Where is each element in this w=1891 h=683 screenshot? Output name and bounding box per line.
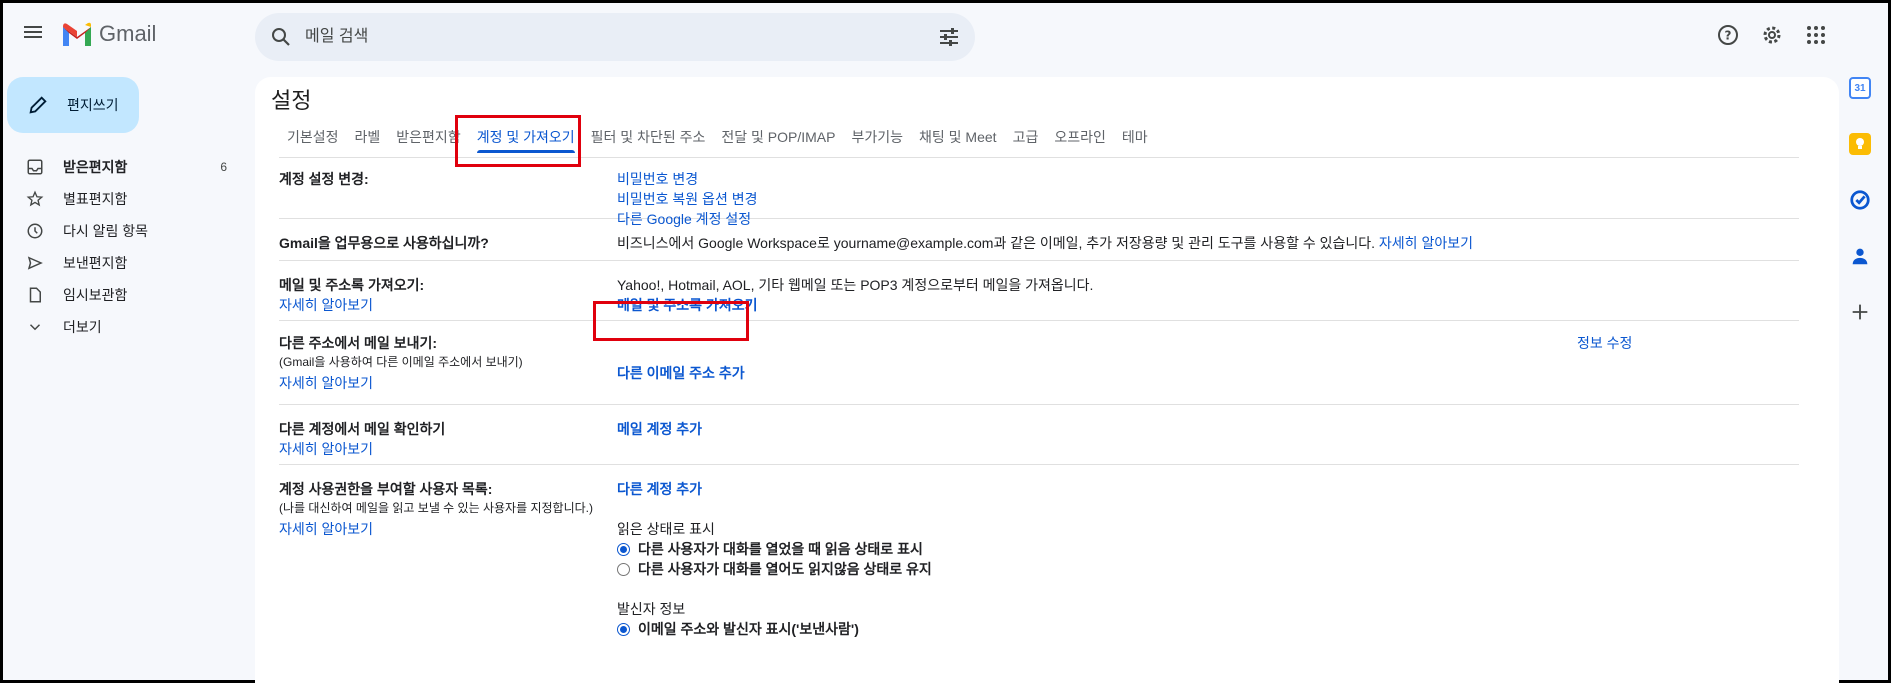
gmail-logo-text: Gmail [99,21,157,46]
top-right-icons: ? [1716,23,1828,47]
svg-text:?: ? [1725,29,1732,43]
search-options-icon[interactable] [937,25,961,49]
tab-filters[interactable]: 필터 및 차단된 주소 [583,121,714,153]
star-icon [25,189,45,209]
tab-general[interactable]: 기본설정 [279,121,347,153]
sidebar-item-label: 별표편지함 [63,191,128,207]
sidebar-item-label: 받은편지함 [63,159,128,175]
edit-info-link[interactable]: 정보 수정 [1577,333,1632,353]
sidebar-item-sent[interactable]: 보낸편지함 [3,247,243,279]
import-learn-more-link[interactable]: 자세히 알아보기 [279,295,373,315]
sidebar-item-more[interactable]: 더보기 [3,311,243,343]
tab-advanced[interactable]: 고급 [1005,121,1047,153]
section-send-as: 다른 주소에서 메일 보내기: (Gmail을 사용하여 다른 이메일 주소에서… [279,321,1799,405]
workspace-learn-more-link[interactable]: 자세히 알아보기 [1379,235,1473,251]
section-delegation: 계정 사용권한을 부여할 사용자 목록: (나를 대신하여 메일을 읽고 보낼 … [279,465,1799,665]
sender-info-heading: 발신자 정보 [617,601,686,617]
section-subtitle: (나를 대신하여 메일을 읽고 보낼 수 있는 사용자를 지정합니다.) [279,501,594,515]
tasks-icon[interactable] [1849,189,1871,211]
unread-count: 6 [220,160,227,174]
check-mail-learn-more-link[interactable]: 자세히 알아보기 [279,439,373,459]
sidebar-item-inbox[interactable]: 받은편지함 6 [3,151,243,183]
sidebar-item-label: 보낸편지함 [63,255,128,271]
inbox-icon [25,157,45,177]
add-mail-account-link[interactable]: 메일 계정 추가 [617,419,702,439]
pencil-icon [29,96,47,114]
sender-option-show-address[interactable]: 이메일 주소와 발신자 표시('보낸사람') [617,619,859,639]
settings-panel: 설정 기본설정 라벨 받은편지함 계정 및 가져오기 필터 및 차단된 주소 전… [255,77,1839,683]
read-option-keep-unread[interactable]: 다른 사용자가 대화를 열어도 읽지않음 상태로 유지 [617,559,932,579]
section-account-settings: 계정 설정 변경: 비밀번호 변경 비밀번호 복원 옵션 변경 다른 Googl… [279,161,1799,227]
sidebar-nav: 받은편지함 6 별표편지함 다시 알림 항목 보낸편지함 임시보관함 더보기 [3,151,243,343]
gmail-m-icon [63,22,91,46]
page-title: 설정 [271,88,312,113]
radio-label: 이메일 주소와 발신자 표시('보낸사람') [638,621,859,637]
section-title: 계정 설정 변경: [279,171,369,187]
tab-labels[interactable]: 라벨 [347,121,389,153]
compose-label: 편지쓰기 [67,97,119,113]
main-menu-icon[interactable] [21,23,45,47]
plus-icon[interactable] [1849,301,1871,323]
sidebar-item-label: 다시 알림 항목 [63,223,149,239]
search-input[interactable] [299,13,899,61]
section-title: 메일 및 주소록 가져오기: [279,277,425,293]
sidebar-item-starred[interactable]: 별표편지함 [3,183,243,215]
sidebar-item-label: 더보기 [63,319,102,335]
highlight-box-active-tab [455,115,581,167]
section-title: Gmail을 업무용으로 사용하십니까? [279,235,489,251]
import-description: Yahoo!, Hotmail, AOL, 기타 웹메일 또는 POP3 계정으… [617,277,1094,293]
gear-icon[interactable] [1760,23,1784,47]
top-bar: Gmail ? [3,3,1888,67]
help-icon[interactable]: ? [1716,23,1740,47]
add-another-account-link[interactable]: 다른 계정 추가 [617,479,702,499]
search-icon[interactable] [269,25,293,49]
sidebar-item-snoozed[interactable]: 다시 알림 항목 [3,215,243,247]
chevron-down-icon [25,317,45,337]
tab-themes[interactable]: 테마 [1114,121,1156,153]
compose-button[interactable]: 편지쓰기 [7,77,139,133]
radio-unchecked-icon [617,562,630,576]
tab-chat-and-meet[interactable]: 채팅 및 Meet [911,121,1005,153]
radio-label: 다른 사용자가 대화를 열었을 때 읽음 상태로 표시 [638,541,923,557]
apps-grid-icon[interactable] [1804,23,1828,47]
radio-checked-icon [617,622,630,636]
section-title: 다른 주소에서 메일 보내기: [279,335,438,351]
radio-label: 다른 사용자가 대화를 열어도 읽지않음 상태로 유지 [638,561,932,577]
section-import: 메일 및 주소록 가져오기: 자세히 알아보기 Yahoo!, Hotmail,… [279,261,1799,321]
sidebar-item-drafts[interactable]: 임시보관함 [3,279,243,311]
change-recovery-options-link[interactable]: 비밀번호 복원 옵션 변경 [617,189,757,209]
draft-icon [25,285,45,305]
calendar-icon[interactable]: 31 [1849,77,1871,99]
right-side-panel: 31 [1832,77,1888,357]
section-title: 계정 사용권한을 부여할 사용자 목록: [279,481,493,497]
read-status-heading: 읽은 상태로 표시 [617,521,715,537]
section-title: 다른 계정에서 메일 확인하기 [279,421,446,437]
send-icon [25,253,45,273]
gmail-logo[interactable]: Gmail [61,21,156,47]
keep-icon[interactable] [1849,133,1871,155]
workspace-description: 비즈니스에서 Google Workspace로 yourname@exampl… [617,235,1376,251]
tab-offline[interactable]: 오프라인 [1046,121,1114,153]
section-subtitle: (Gmail을 사용하여 다른 이메일 주소에서 보내기) [279,355,523,369]
read-option-mark-read[interactable]: 다른 사용자가 대화를 열었을 때 읽음 상태로 표시 [617,539,923,559]
section-check-mail: 다른 계정에서 메일 확인하기 자세히 알아보기 메일 계정 추가 [279,405,1799,465]
tab-forwarding-pop-imap[interactable]: 전달 및 POP/IMAP [713,121,843,153]
clock-icon [25,221,45,241]
tab-addons[interactable]: 부가기능 [843,121,911,153]
add-email-address-link[interactable]: 다른 이메일 주소 추가 [617,363,745,383]
section-workspace: Gmail을 업무용으로 사용하십니까? 비즈니스에서 Google Works… [279,219,1799,261]
send-as-learn-more-link[interactable]: 자세히 알아보기 [279,373,373,393]
settings-tabs: 기본설정 라벨 받은편지함 계정 및 가져오기 필터 및 차단된 주소 전달 및… [279,121,1156,153]
radio-checked-icon [617,542,630,556]
change-password-link[interactable]: 비밀번호 변경 [617,169,757,189]
contacts-icon[interactable] [1849,245,1871,267]
search-bar [255,13,975,61]
sidebar-item-label: 임시보관함 [63,287,128,303]
delegation-learn-more-link[interactable]: 자세히 알아보기 [279,519,373,539]
